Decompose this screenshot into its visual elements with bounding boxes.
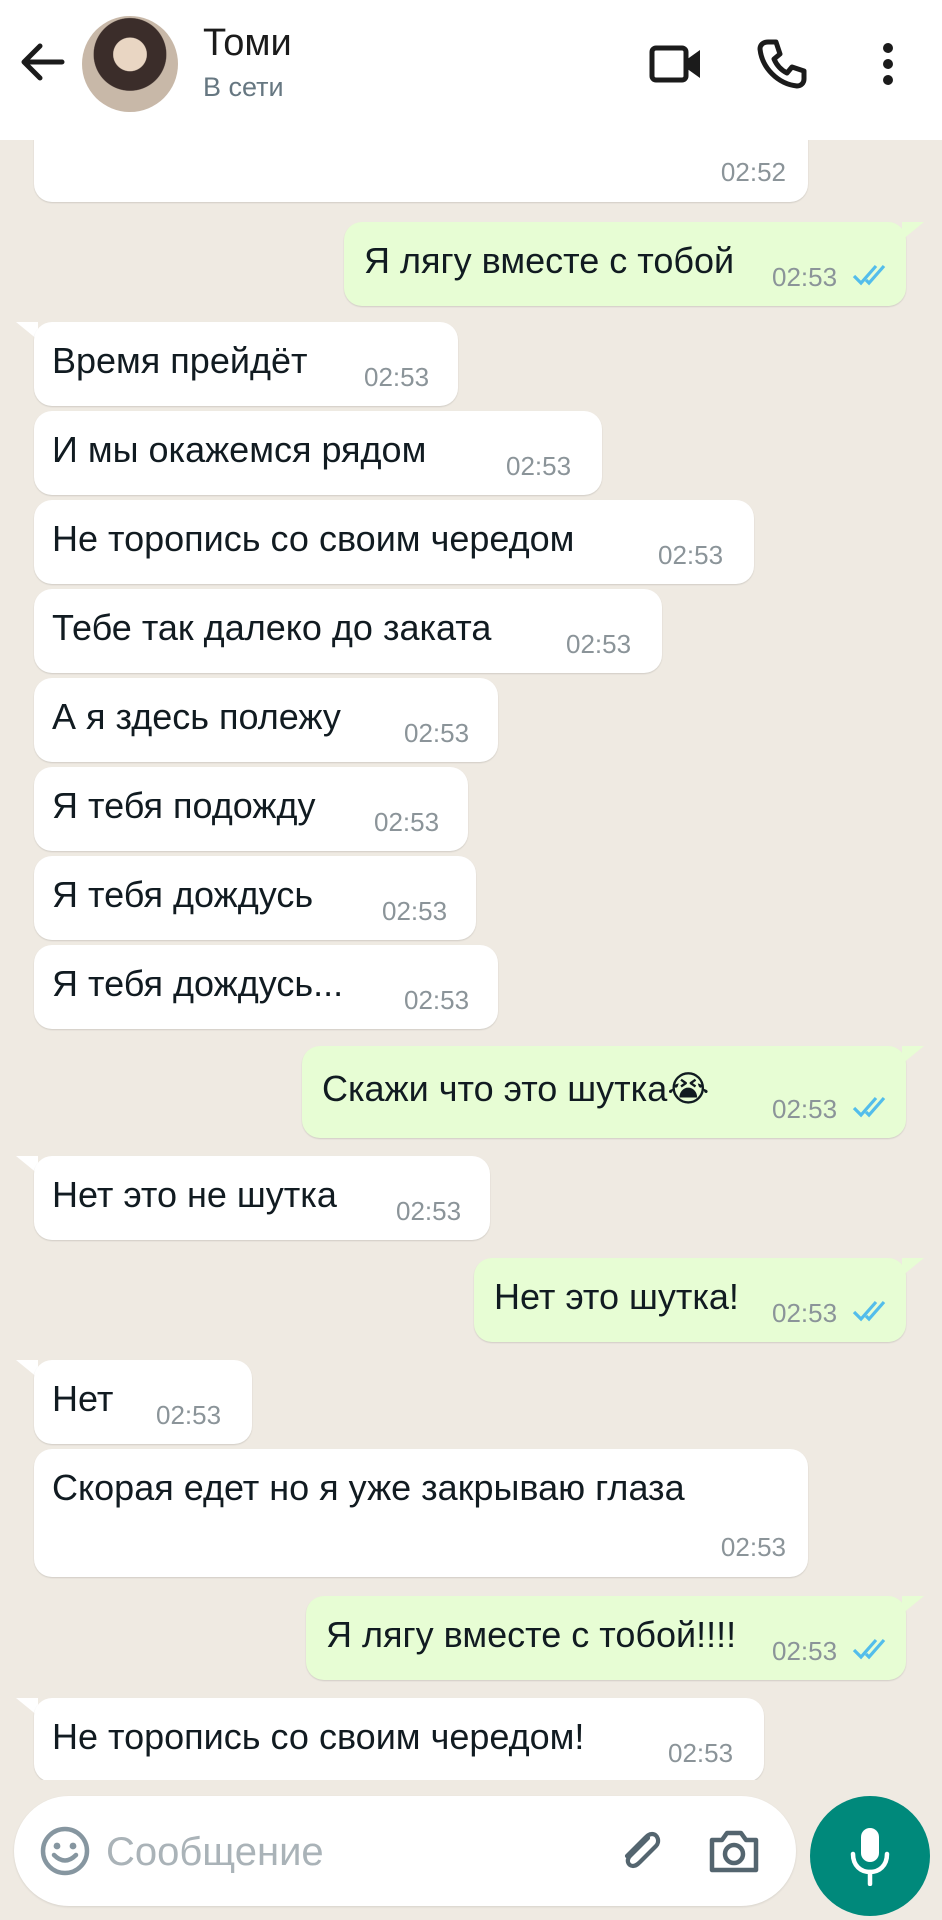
message-bubble[interactable]: Я тебя дождусь... 02:53 bbox=[34, 945, 498, 1029]
message-text: Не торопись со своим чередом! bbox=[52, 1716, 585, 1757]
message-time: 02:53 bbox=[374, 807, 440, 837]
message-bubble[interactable]: И мы окажемся рядом 02:53 bbox=[34, 411, 602, 495]
message-bubble[interactable]: 02:52 bbox=[34, 140, 808, 202]
microphone-icon bbox=[850, 1828, 890, 1886]
message-bubble[interactable]: Нет это не шутка 02:53 bbox=[34, 1156, 490, 1240]
read-receipt-icon bbox=[852, 1638, 886, 1660]
message-time: 02:53 bbox=[668, 1738, 734, 1768]
message-bubble[interactable]: Тебе так далеко до заката 02:53 bbox=[34, 589, 662, 673]
message-text: Я тебя дождусь bbox=[52, 874, 314, 915]
message-time: 02:52 bbox=[720, 157, 786, 187]
message-time: 02:53 bbox=[772, 1298, 838, 1328]
message-time: 02:53 bbox=[396, 1196, 462, 1226]
message-time: 02:53 bbox=[404, 718, 470, 748]
read-receipt-icon bbox=[852, 264, 886, 286]
message-bubble[interactable]: Скажи что это шутка😭 02:53 bbox=[302, 1046, 906, 1138]
message-text: Не торопись со своим чередом bbox=[52, 518, 575, 559]
message-composer[interactable]: Сообщение bbox=[14, 1796, 796, 1906]
message-bubble[interactable]: Не торопись со своим чередом 02:53 bbox=[34, 500, 754, 584]
paperclip-icon[interactable] bbox=[612, 1824, 666, 1878]
video-call-icon[interactable] bbox=[648, 36, 704, 92]
phone-call-icon[interactable] bbox=[754, 36, 810, 92]
message-bubble[interactable]: Нет это шутка! 02:53 bbox=[474, 1258, 906, 1342]
message-time: 02:53 bbox=[772, 1636, 838, 1666]
contact-status: В сети bbox=[203, 72, 284, 102]
message-text: Я лягу вместе с тобой!!!! bbox=[326, 1614, 737, 1655]
bubble-tail bbox=[902, 1046, 924, 1064]
voice-message-button[interactable] bbox=[810, 1796, 930, 1916]
bubble-tail bbox=[902, 1258, 924, 1276]
read-receipt-icon bbox=[852, 1300, 886, 1322]
read-receipt-icon bbox=[852, 1096, 886, 1118]
message-bubble[interactable]: Нет 02:53 bbox=[34, 1360, 252, 1444]
message-bubble[interactable]: Я тебя дождусь 02:53 bbox=[34, 856, 476, 940]
message-text: Скорая едет но я уже закрываю глаза bbox=[52, 1467, 685, 1508]
message-time: 02:53 bbox=[404, 985, 470, 1015]
message-text: Нет bbox=[52, 1378, 114, 1419]
message-time: 02:53 bbox=[566, 629, 632, 659]
message-bubble[interactable]: Я лягу вместе с тобой 02:53 bbox=[344, 222, 906, 306]
message-bubble[interactable]: Я лягу вместе с тобой!!!! 02:53 bbox=[306, 1596, 906, 1680]
message-time: 02:53 bbox=[506, 451, 572, 481]
message-text: Я тебя дождусь... bbox=[52, 963, 344, 1004]
message-text: Я тебя подожду bbox=[52, 785, 316, 826]
message-time: 02:53 bbox=[772, 262, 838, 292]
message-text: Нет это шутка! bbox=[494, 1276, 739, 1317]
message-text: Скажи что это шутка😭 bbox=[322, 1068, 710, 1109]
message-time: 02:53 bbox=[720, 1532, 786, 1562]
chat-header: Томи В сети bbox=[0, 0, 942, 140]
emoji-icon[interactable] bbox=[38, 1824, 92, 1878]
contact-avatar[interactable] bbox=[82, 16, 178, 112]
message-text: А я здесь полежу bbox=[52, 696, 341, 737]
message-text: Я лягу вместе с тобой bbox=[364, 240, 735, 281]
message-input[interactable]: Сообщение bbox=[106, 1830, 324, 1875]
message-text: И мы окажемся рядом bbox=[52, 429, 427, 470]
message-time: 02:53 bbox=[658, 540, 724, 570]
message-bubble[interactable]: А я здесь полежу 02:53 bbox=[34, 678, 498, 762]
message-time: 02:53 bbox=[382, 896, 448, 926]
back-arrow-icon[interactable] bbox=[14, 34, 70, 90]
bubble-tail bbox=[902, 222, 924, 240]
message-text: Время прейдёт bbox=[52, 340, 308, 381]
contact-name[interactable]: Томи bbox=[203, 22, 292, 65]
bubble-tail bbox=[902, 1596, 924, 1614]
message-time: 02:53 bbox=[364, 362, 430, 392]
message-time: 02:53 bbox=[156, 1400, 222, 1430]
message-bubble[interactable]: Скорая едет но я уже закрываю глаза 02:5… bbox=[34, 1449, 808, 1577]
message-text: Нет это не шутка bbox=[52, 1174, 337, 1215]
message-time: 02:53 bbox=[772, 1094, 838, 1124]
message-bubble[interactable]: Не торопись со своим чередом! 02:53 bbox=[34, 1698, 764, 1780]
message-bubble[interactable]: Время прейдёт 02:53 bbox=[34, 322, 458, 406]
more-options-icon[interactable] bbox=[860, 36, 916, 92]
message-list[interactable]: 02:52 Я лягу вместе с тобой 02:53 Время … bbox=[0, 140, 942, 1780]
camera-icon[interactable] bbox=[706, 1824, 762, 1878]
message-text: Тебе так далеко до заката bbox=[52, 607, 492, 648]
message-bubble[interactable]: Я тебя подожду 02:53 bbox=[34, 767, 468, 851]
